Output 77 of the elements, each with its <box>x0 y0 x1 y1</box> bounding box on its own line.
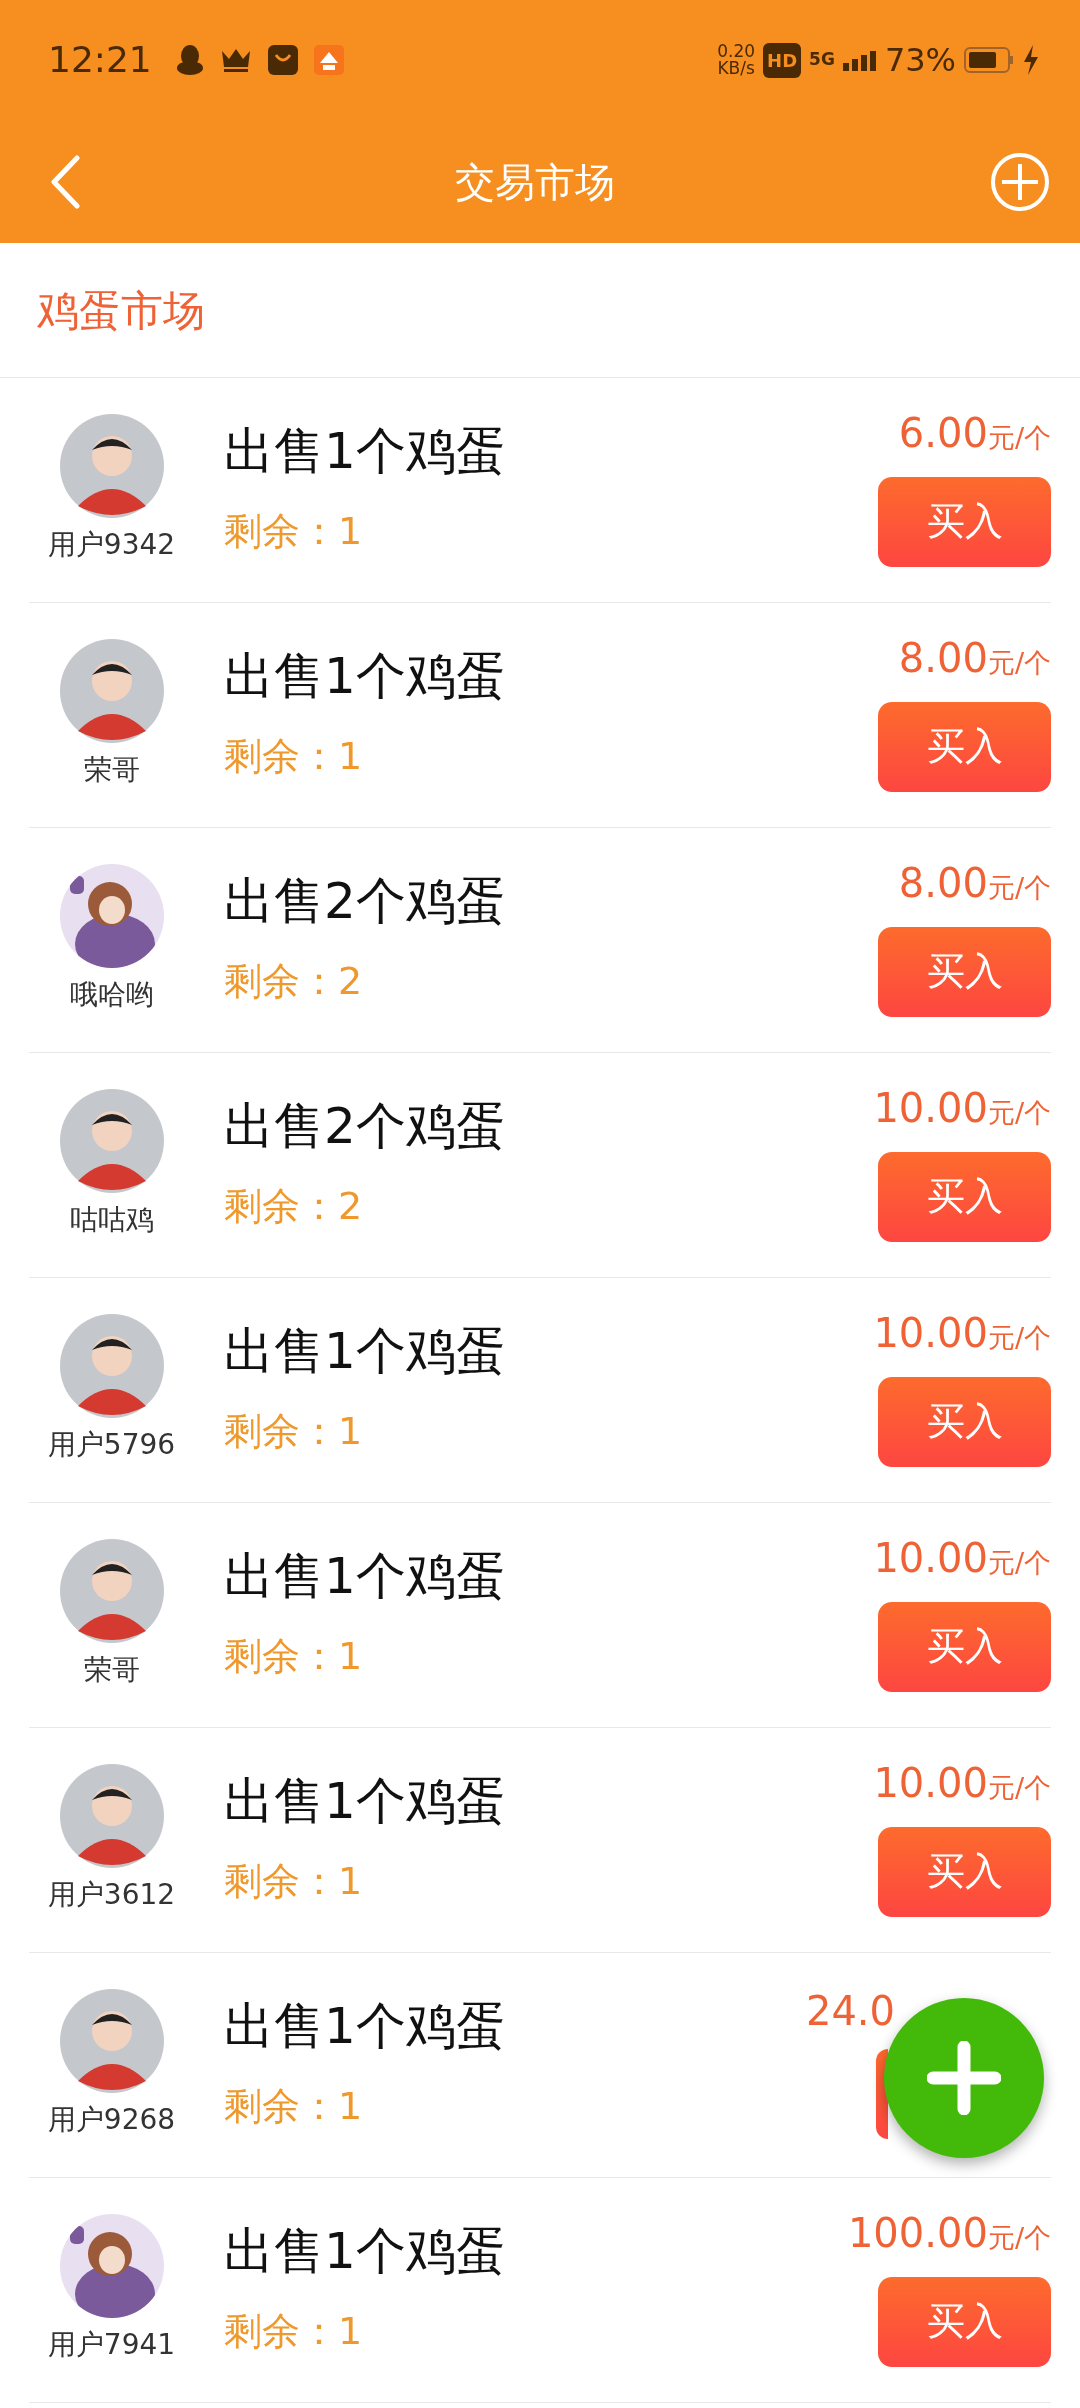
avatar-icon <box>59 414 164 518</box>
listing-title: 出售1个鸡蛋 <box>224 420 507 481</box>
avatar-icon <box>59 1539 164 1643</box>
price: 8.00 <box>898 863 988 904</box>
seller-name: 荣哥 <box>83 1652 140 1688</box>
remaining-count: 剩余：2 <box>224 1182 364 1230</box>
avatar-icon <box>59 1764 164 1868</box>
price-unit: 元/个 <box>987 1771 1051 1806</box>
signal-icon <box>842 49 877 71</box>
buy-button[interactable]: 买入 <box>878 1826 1051 1917</box>
hd-badge: HD <box>763 42 802 78</box>
price-unit: 元/个 <box>987 1096 1051 1131</box>
remaining-count: 剩余：1 <box>224 2082 364 2130</box>
avatar-icon <box>59 1314 164 1418</box>
remaining-count: 剩余：2 <box>224 957 364 1005</box>
price: 10.00 <box>873 1538 988 1579</box>
avatar-icon <box>59 1989 164 2093</box>
back-icon[interactable] <box>50 154 80 209</box>
listing-title: 出售1个鸡蛋 <box>224 1320 507 1381</box>
seller-name: 咕咕鸡 <box>69 1202 154 1238</box>
crown-icon <box>219 47 252 73</box>
listing-title: 出售1个鸡蛋 <box>224 1995 507 2056</box>
remaining-count: 剩余：1 <box>224 507 364 555</box>
remaining-count: 剩余：1 <box>224 2307 364 2355</box>
seller-name: 用户5796 <box>47 1427 176 1463</box>
listing-title: 出售2个鸡蛋 <box>224 1095 507 1156</box>
price-unit: 元/个 <box>987 1321 1051 1356</box>
price-unit: 元/个 <box>987 871 1051 906</box>
price: 100.00 <box>847 2213 988 2254</box>
buy-button[interactable]: 买入 <box>878 1601 1051 1692</box>
page-title: 交易市场 <box>455 157 615 207</box>
buy-button[interactable]: 买入 <box>878 2276 1051 2367</box>
buy-button[interactable]: 买入 <box>878 701 1051 792</box>
charging-icon <box>1022 45 1040 75</box>
seller-name: 用户7941 <box>47 2327 176 2363</box>
battery-percent: 73% <box>884 40 956 81</box>
price-unit: 元/个 <box>987 646 1051 681</box>
remaining-count: 剩余：1 <box>224 732 364 780</box>
remaining-count: 剩余：1 <box>224 1407 364 1455</box>
price-unit: 元/个 <box>987 421 1051 456</box>
listing-title: 出售1个鸡蛋 <box>224 1545 507 1606</box>
plus-icon <box>927 2041 1001 2115</box>
listing-title: 出售2个鸡蛋 <box>224 870 507 931</box>
price-unit: 元/个 <box>987 2221 1051 2256</box>
listing-title: 出售1个鸡蛋 <box>224 645 507 706</box>
buy-button[interactable]: 买入 <box>878 1151 1051 1242</box>
seller-name: 哦哈哟 <box>69 977 154 1013</box>
network-speed: 0.20 <box>717 43 756 60</box>
network-type: 5G <box>809 48 835 72</box>
avatar-icon <box>59 639 164 743</box>
add-icon[interactable] <box>990 151 1050 212</box>
price: 8.00 <box>898 638 988 679</box>
buy-button[interactable]: 买入 <box>878 476 1051 567</box>
price: 24.0 <box>805 1991 895 2031</box>
battery-icon <box>964 46 1014 74</box>
price-unit: 元/个 <box>987 1546 1051 1581</box>
price: 10.00 <box>873 1088 988 1129</box>
buy-button[interactable]: 买入 <box>878 926 1051 1017</box>
price: 6.00 <box>898 413 988 454</box>
listing-title: 出售1个鸡蛋 <box>224 2220 507 2281</box>
price: 10.00 <box>873 1313 988 1354</box>
seller-name: 用户3612 <box>47 1877 176 1913</box>
buy-button[interactable]: 买入 <box>878 1376 1051 1467</box>
avatar-icon <box>59 1089 164 1193</box>
listing-title: 出售1个鸡蛋 <box>224 1770 507 1831</box>
speed-unit: KB/s <box>717 60 756 77</box>
seller-name: 荣哥 <box>83 752 140 788</box>
bag-icon <box>267 45 298 75</box>
seller-name: 用户9342 <box>47 527 176 563</box>
section-title: 鸡蛋市场 <box>37 284 205 337</box>
remaining-count: 剩余：1 <box>224 1857 364 1905</box>
buy-button[interactable] <box>876 2049 888 2139</box>
price: 10.00 <box>873 1763 988 1804</box>
app-icon <box>313 45 344 75</box>
remaining-count: 剩余：1 <box>224 1632 364 1680</box>
seller-name: 用户9268 <box>47 2102 176 2138</box>
status-time: 12:21 <box>48 38 152 82</box>
